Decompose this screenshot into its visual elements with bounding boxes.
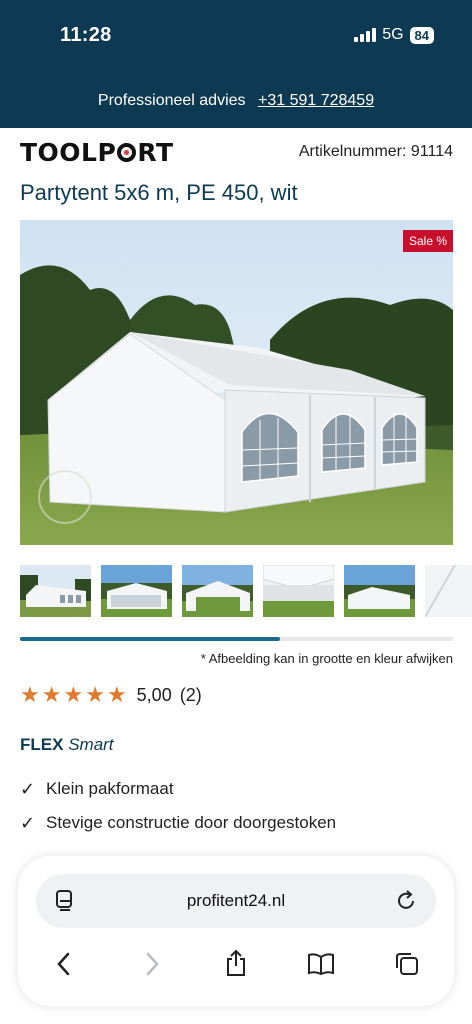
thumbnail-1[interactable]	[20, 565, 91, 617]
check-icon: ✓	[20, 778, 36, 799]
thumbnail-5[interactable]	[344, 565, 415, 617]
share-icon[interactable]	[224, 949, 248, 977]
toolport-logo[interactable]: TOOLP RT	[20, 138, 174, 167]
image-disclaimer: * Afbeelding kan in grootte en kleur afw…	[200, 651, 453, 666]
star-icon: ★	[41, 682, 62, 707]
reload-icon[interactable]	[396, 889, 418, 913]
browser-toolbar: profitent24.nl	[18, 856, 454, 1006]
promo-bar: Professioneel advies +31 591 728459	[0, 92, 472, 110]
thumbnail-4[interactable]	[262, 565, 335, 617]
back-icon[interactable]	[54, 952, 74, 976]
tent-photo	[20, 220, 453, 545]
feature-item: ✓ Klein pakformaat	[20, 772, 336, 806]
gallery-progress	[20, 637, 453, 641]
feature-text: Stevige constructie door doorgestoken	[46, 813, 337, 832]
address-bar[interactable]: profitent24.nl	[36, 874, 436, 928]
feature-item: ✓ Stevige constructie door doorgestoken	[20, 806, 336, 840]
status-indicators: 5G 84	[354, 26, 434, 44]
rating-score: 5,00	[136, 684, 172, 705]
thumbnail-6[interactable]	[424, 565, 472, 618]
product-line: FLEX Smart	[20, 735, 114, 755]
rating[interactable]: ★ ★ ★ ★ ★ 5,00 (2)	[20, 684, 202, 706]
article-number: Artikelnummer: 91114	[298, 143, 453, 160]
check-icon: ✓	[20, 812, 36, 833]
phone-link[interactable]: +31 591 728459	[258, 92, 374, 109]
product-line-sub: Smart	[68, 735, 114, 754]
url-text[interactable]: profitent24.nl	[36, 891, 436, 911]
feature-text: Klein pakformaat	[46, 779, 174, 798]
promo-text: Professioneel advies	[97, 92, 246, 109]
rating-stars: ★ ★ ★ ★ ★	[20, 684, 127, 706]
status-time: 11:28	[60, 24, 112, 46]
forward-icon[interactable]	[142, 952, 162, 976]
star-icon: ★	[85, 682, 105, 707]
product-image[interactable]: Sale %	[20, 220, 453, 545]
product-title: Partytent 5x6 m, PE 450, wit	[20, 180, 298, 205]
brand-row: TOOLP RT Artikelnummer: 91114	[20, 138, 453, 167]
gallery-progress-fill	[20, 637, 280, 641]
feature-list: ✓ Klein pakformaat ✓ Stevige constructie d…	[20, 772, 336, 840]
tabs-icon[interactable]	[394, 951, 420, 977]
battery-icon: 84	[409, 26, 434, 44]
thumbnail-2[interactable]	[101, 565, 172, 617]
top-header: 11:28 5G 84 Professioneel advies +31 591…	[0, 0, 472, 128]
thumbnail-3[interactable]	[182, 565, 253, 617]
signal-icon	[354, 28, 377, 42]
sale-badge: Sale %	[402, 230, 453, 252]
star-icon: ★	[63, 682, 84, 707]
star-icon: ★	[20, 682, 40, 707]
network-label: 5G	[382, 26, 404, 43]
bookmarks-icon[interactable]	[307, 952, 335, 976]
star-icon: ★	[106, 682, 127, 707]
thumbnail-strip[interactable]	[20, 565, 472, 619]
rating-count[interactable]: (2)	[180, 685, 202, 706]
product-line-brand: FLEX	[20, 735, 64, 754]
